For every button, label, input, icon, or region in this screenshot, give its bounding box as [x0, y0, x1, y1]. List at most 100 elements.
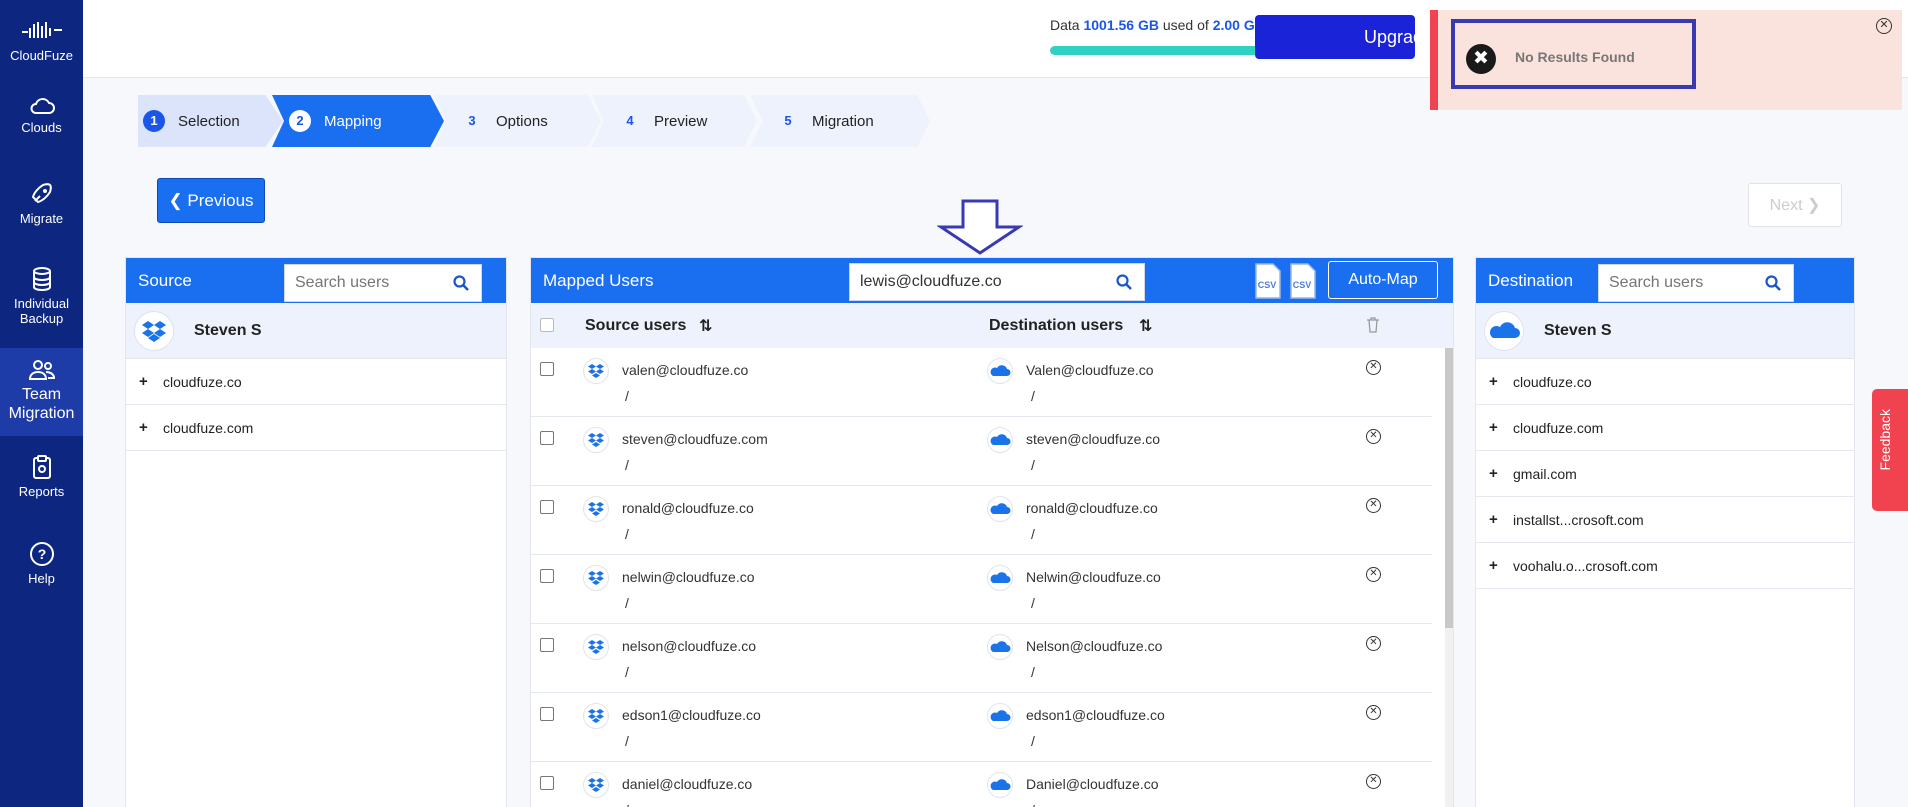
- chevron-left-icon: ❮: [168, 190, 188, 210]
- next-button[interactable]: Next ❯: [1748, 183, 1842, 227]
- csv-download-label: CSV: [1258, 280, 1277, 290]
- search-icon[interactable]: [1765, 275, 1781, 291]
- source-domain-item[interactable]: + cloudfuze.com: [126, 405, 506, 451]
- mapped-search-input[interactable]: [850, 264, 1100, 300]
- mapped-search: [849, 263, 1145, 301]
- plus-icon[interactable]: +: [1489, 465, 1498, 482]
- destination-account-name: Steven S: [1544, 322, 1612, 339]
- source-account[interactable]: Steven S: [126, 303, 506, 359]
- dropbox-icon: [583, 772, 609, 798]
- destination-domain-item[interactable]: + gmail.com: [1476, 451, 1854, 497]
- dropbox-icon: [583, 427, 609, 453]
- destination-search: [1598, 264, 1794, 302]
- row-checkbox[interactable]: [540, 638, 554, 652]
- destination-domain-item[interactable]: + cloudfuze.co: [1476, 359, 1854, 405]
- plus-icon[interactable]: +: [1489, 419, 1498, 436]
- source-panel: Source Steven S + cloudfuze.co + cloudfuze…: [125, 257, 507, 807]
- csv-download-icon[interactable]: CSV: [1253, 263, 1283, 299]
- remove-mapping-icon[interactable]: ✕: [1366, 567, 1381, 582]
- remove-mapping-icon[interactable]: ✕: [1366, 774, 1381, 789]
- upgrade-button[interactable]: Upgrade: [1255, 15, 1433, 59]
- step-preview[interactable]: 4 Preview: [592, 95, 757, 147]
- plus-icon[interactable]: +: [1489, 511, 1498, 528]
- step-mapping[interactable]: 2 Mapping: [272, 95, 444, 147]
- destination-user-path: /: [1031, 526, 1035, 542]
- source-title: Source: [138, 271, 192, 290]
- onedrive-avatar-icon: [1484, 311, 1524, 351]
- sidebar-item-label: Team Migration: [8, 386, 75, 422]
- sort-icon[interactable]: ⇅: [1139, 316, 1152, 336]
- sidebar-item-individual-backup[interactable]: Individual Backup: [0, 266, 83, 326]
- col-source-users: Source users: [585, 317, 687, 334]
- row-checkbox[interactable]: [540, 707, 554, 721]
- search-icon[interactable]: [453, 275, 469, 291]
- sidebar-item-clouds[interactable]: Clouds: [0, 96, 83, 135]
- scrollbar-thumb[interactable]: [1445, 348, 1453, 628]
- mapped-table-header: Source users ⇅ Destination users ⇅: [531, 303, 1453, 348]
- source-search-input[interactable]: [285, 265, 442, 301]
- previous-button[interactable]: ❮ Previous: [157, 178, 265, 223]
- help-icon: ?: [29, 542, 54, 566]
- chevron-right-icon: ❯: [1802, 197, 1821, 214]
- destination-search-input[interactable]: [1599, 265, 1755, 301]
- destination-domain-item[interactable]: + cloudfuze.com: [1476, 405, 1854, 451]
- destination-user-email: Daniel@cloudfuze.co: [1026, 776, 1159, 792]
- row-checkbox[interactable]: [540, 362, 554, 376]
- sidebar-item-label: Individual Backup: [14, 296, 69, 326]
- select-all-checkbox[interactable]: [540, 318, 554, 332]
- quota-separator: used of: [1162, 17, 1209, 33]
- onedrive-icon: [987, 427, 1013, 453]
- plus-icon[interactable]: +: [1489, 557, 1498, 574]
- remove-mapping-icon[interactable]: ✕: [1366, 705, 1381, 720]
- auto-map-button[interactable]: Auto-Map: [1328, 261, 1438, 299]
- destination-user-email: Nelwin@cloudfuze.co: [1026, 569, 1161, 585]
- table-row: valen@cloudfuze.co / Valen@cloudfuze.co / ✕: [531, 348, 1432, 417]
- sidebar-item-migrate[interactable]: Migrate: [0, 181, 83, 226]
- remove-mapping-icon[interactable]: ✕: [1366, 360, 1381, 375]
- search-icon[interactable]: [1116, 274, 1132, 290]
- destination-account[interactable]: Steven S: [1476, 303, 1854, 359]
- error-x-icon: ✖: [1466, 44, 1496, 74]
- source-user-email: steven@cloudfuze.com: [622, 431, 768, 447]
- feedback-tab[interactable]: Feedback: [1872, 389, 1908, 511]
- sidebar-item-team-migration[interactable]: Team Migration: [0, 348, 83, 436]
- remove-mapping-icon[interactable]: ✕: [1366, 636, 1381, 651]
- remove-mapping-icon[interactable]: ✕: [1366, 498, 1381, 513]
- row-checkbox[interactable]: [540, 776, 554, 790]
- step-options[interactable]: 3 Options: [434, 95, 601, 147]
- source-user-path: /: [625, 733, 629, 749]
- csv-upload-icon[interactable]: CSV: [1288, 263, 1318, 299]
- table-row: nelson@cloudfuze.co / Nelson@cloudfuze.co /…: [531, 624, 1432, 693]
- col-destination-users: Destination users: [989, 317, 1124, 334]
- step-selection[interactable]: 1 Selection: [138, 95, 283, 147]
- plus-icon[interactable]: +: [139, 373, 148, 390]
- row-checkbox[interactable]: [540, 431, 554, 445]
- sidebar-item-reports[interactable]: Reports: [0, 454, 83, 499]
- domain-label: cloudfuze.co: [163, 374, 242, 390]
- toast-close-icon[interactable]: ✕: [1876, 18, 1892, 34]
- plus-icon[interactable]: +: [1489, 373, 1498, 390]
- mapped-rows: valen@cloudfuze.co / Valen@cloudfuze.co / ✕ s…: [531, 348, 1453, 807]
- remove-mapping-icon[interactable]: ✕: [1366, 429, 1381, 444]
- sidebar-item-label: Help: [28, 571, 55, 586]
- dropbox-icon: [583, 565, 609, 591]
- mapped-panel-header: Mapped Users CSV CSV Auto-Map: [531, 258, 1453, 303]
- domain-label: cloudfuze.com: [163, 420, 254, 436]
- mapped-title: Mapped Users: [543, 271, 654, 290]
- destination-user-email: Valen@cloudfuze.co: [1026, 362, 1154, 378]
- plus-icon[interactable]: +: [139, 419, 148, 436]
- destination-user-path: /: [1031, 664, 1035, 680]
- sort-icon[interactable]: ⇅: [699, 316, 712, 336]
- row-checkbox[interactable]: [540, 500, 554, 514]
- sidebar-item-help[interactable]: ? Help: [0, 541, 83, 586]
- app-logo[interactable]: CloudFuze: [0, 18, 83, 63]
- sidebar-item-label: Clouds: [21, 120, 62, 135]
- trash-icon[interactable]: [1366, 316, 1380, 334]
- source-domain-item[interactable]: + cloudfuze.co: [126, 359, 506, 405]
- step-migration[interactable]: 5 Migration: [750, 95, 930, 147]
- source-user-path: /: [625, 664, 629, 680]
- destination-domain-item[interactable]: + installst...crosoft.com: [1476, 497, 1854, 543]
- dropbox-icon: [583, 358, 609, 384]
- row-checkbox[interactable]: [540, 569, 554, 583]
- destination-domain-item[interactable]: + voohalu.o...crosoft.com: [1476, 543, 1854, 589]
